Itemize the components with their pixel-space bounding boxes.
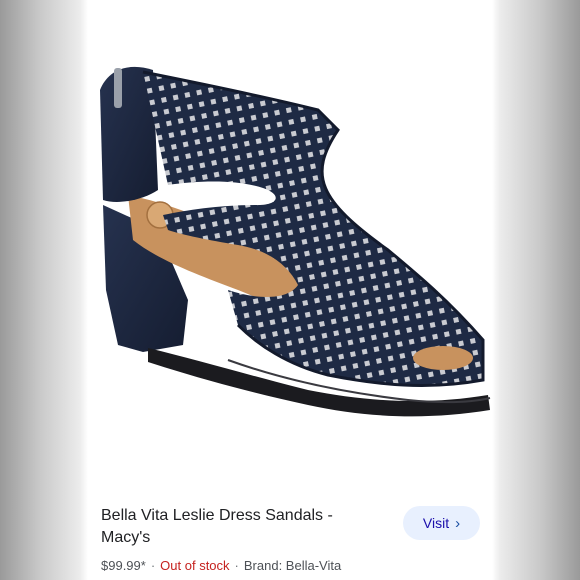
product-price: $99.99*: [101, 558, 146, 573]
page: Bella Vita Leslie Dress Sandals - Macy's…: [0, 0, 580, 580]
stock-status: Out of stock: [160, 558, 230, 573]
chevron-right-icon: ›: [455, 514, 461, 532]
separator-dot: ·: [234, 558, 239, 573]
brand-label: Brand: Bella-Vita: [243, 558, 342, 573]
product-title[interactable]: Bella Vita Leslie Dress Sandals - Macy's: [101, 505, 363, 549]
visit-label: Visit: [422, 515, 450, 531]
product-info: Bella Vita Leslie Dress Sandals - Macy's…: [88, 495, 492, 580]
product-image[interactable]: [88, 0, 492, 490]
product-card: Bella Vita Leslie Dress Sandals - Macy's…: [88, 0, 492, 580]
visit-button[interactable]: Visit ›: [403, 506, 480, 540]
separator-dot: ·: [150, 558, 156, 573]
sandal-illustration: [100, 66, 491, 417]
product-meta: $99.99* · Out of stock · Brand: Bella-Vita: [101, 557, 341, 575]
